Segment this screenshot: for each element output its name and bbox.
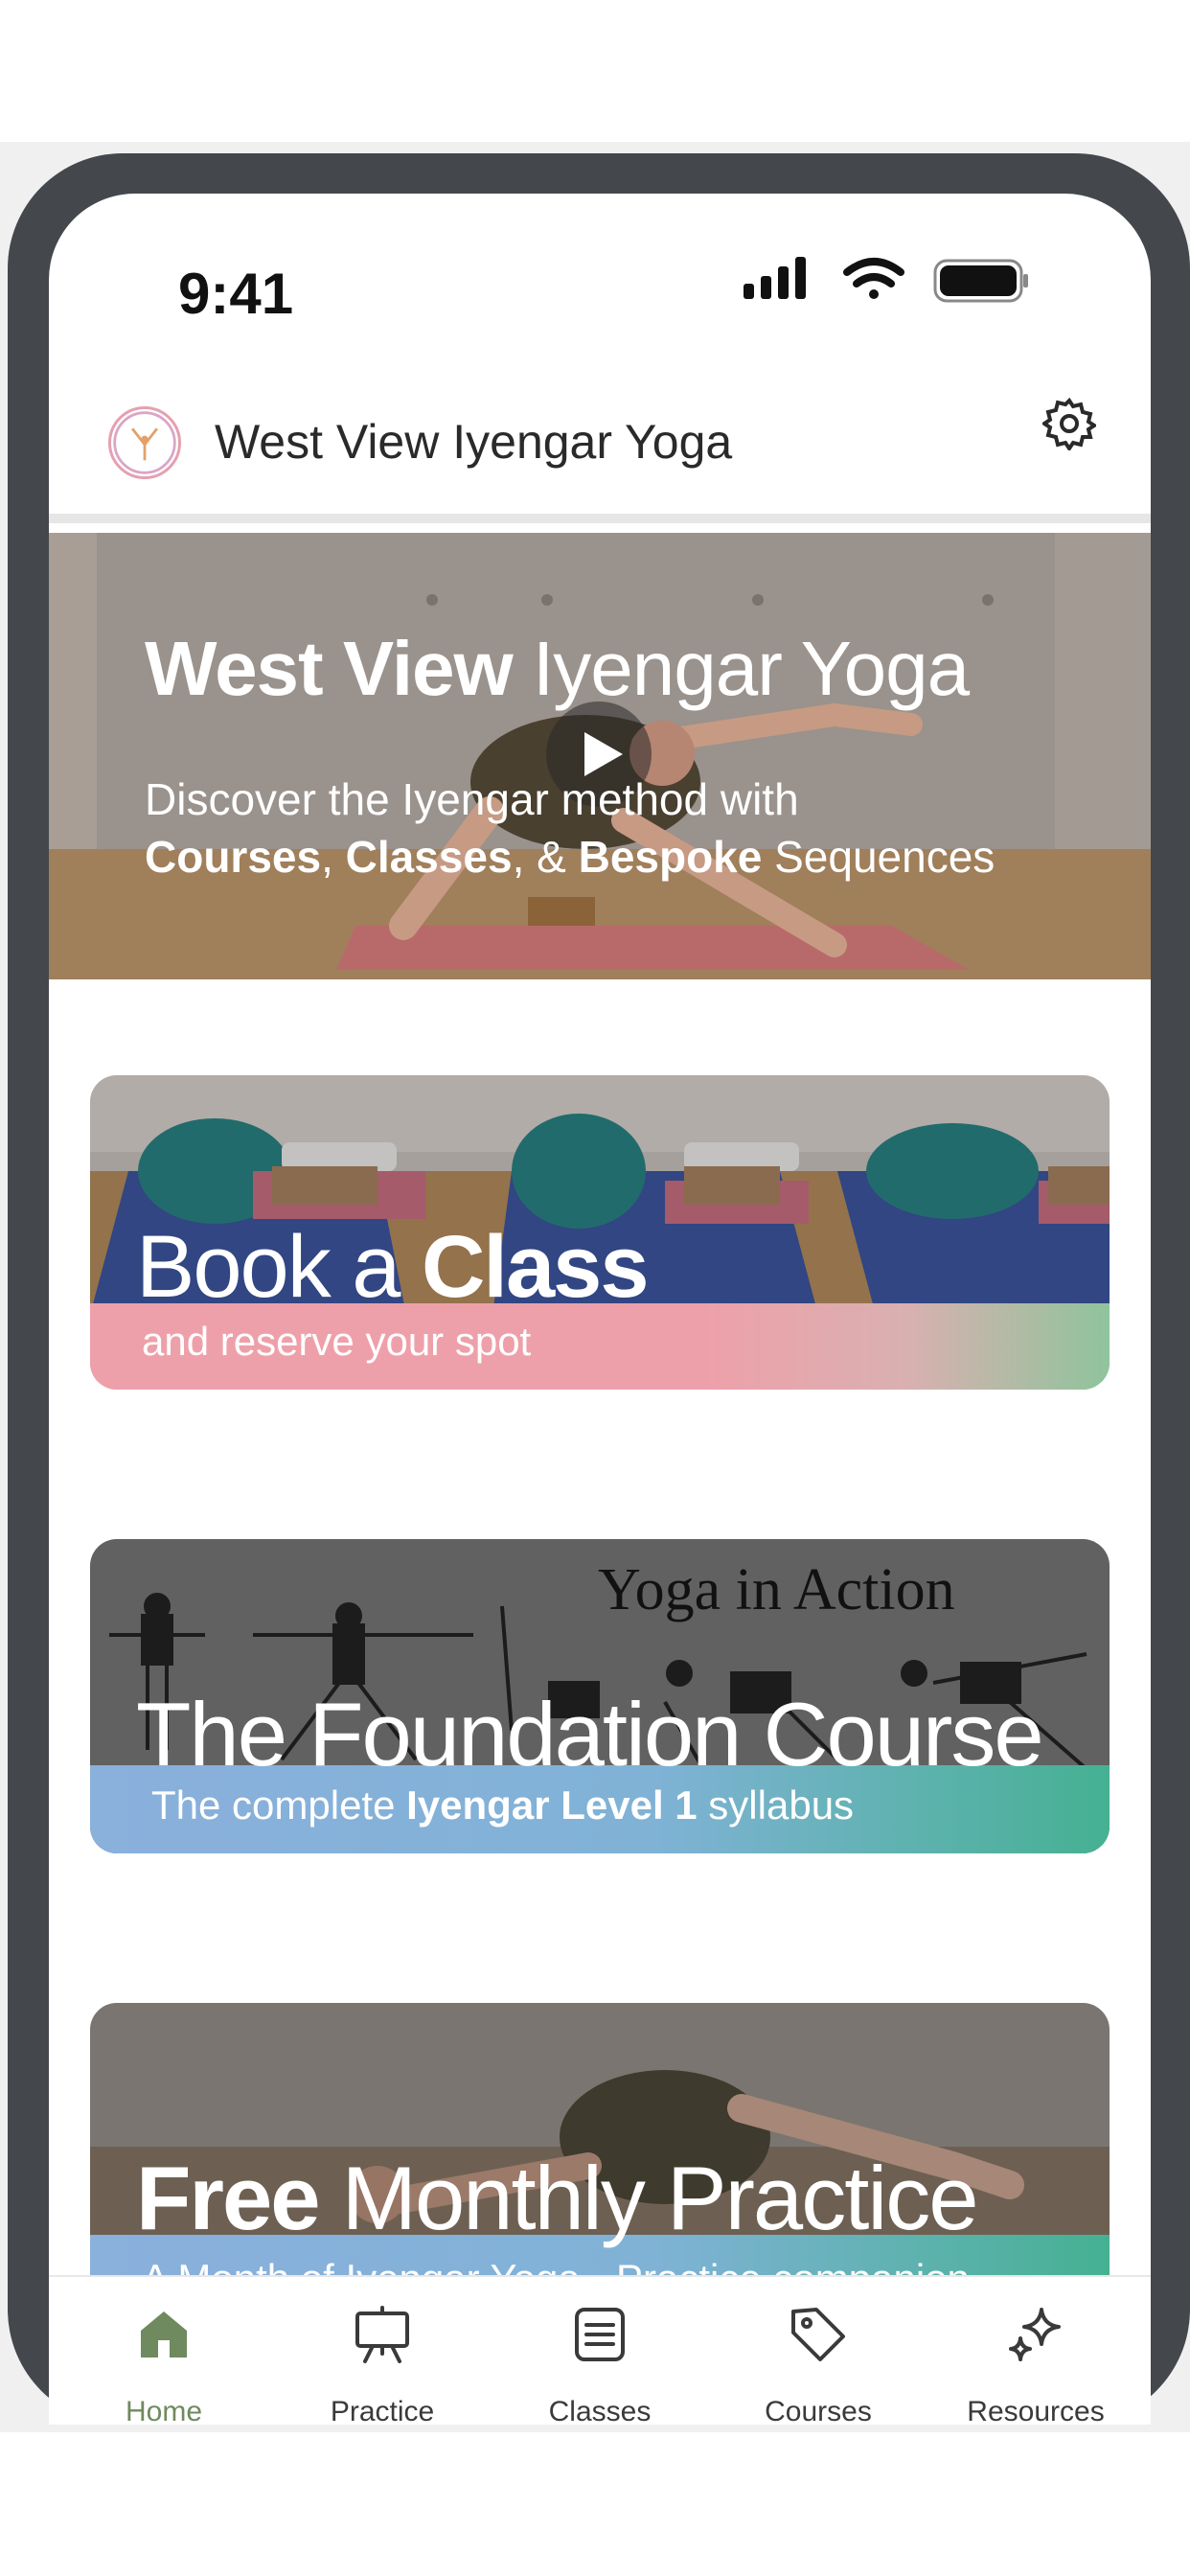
- foundation-sub-post: syllabus: [697, 1782, 855, 1828]
- tab-resources-label: Resources: [967, 2396, 1105, 2427]
- signal-icon: [744, 257, 806, 299]
- tab-classes-label: Classes: [548, 2396, 652, 2427]
- hero-banner[interactable]: West View Iyengar Yoga Discover the Iyen…: [49, 533, 1151, 979]
- tab-practice[interactable]: Practice: [286, 2277, 478, 2427]
- tab-home[interactable]: Home: [68, 2277, 260, 2427]
- hero-sub-line1: Discover the Iyengar method with: [145, 774, 799, 824]
- tab-courses[interactable]: Courses: [722, 2277, 914, 2427]
- app-title: West View Iyengar Yoga: [215, 415, 733, 469]
- hero-title-rest: Iyengar Yoga: [533, 626, 970, 711]
- foundation-sub-bold: Iyengar Level 1: [406, 1782, 698, 1828]
- hero-title-bold: West View: [145, 626, 514, 711]
- tab-courses-label: Courses: [765, 2396, 872, 2427]
- app-screenshot: 9:41 West View Iyengar Yoga West View Iy…: [0, 0, 1190, 2576]
- header-divider: [49, 514, 1151, 523]
- monthly-practice-card[interactable]: Free Monthly Practice A Month of Iyengar…: [90, 2003, 1110, 2281]
- hero-sub-sep2: , &: [512, 832, 579, 882]
- hero-sub-line2: Courses, Classes, & Bespoke Sequences: [145, 828, 995, 886]
- tab-home-label: Home: [125, 2396, 203, 2427]
- status-time: 9:41: [178, 262, 294, 326]
- hero-title: West View Iyengar Yoga: [145, 625, 970, 713]
- book-class-card[interactable]: Book a Class and reserve your spot: [90, 1075, 1110, 1390]
- tab-bar: Home Practice Classes Courses Resources: [49, 2275, 1151, 2427]
- book-class-title: Book a Class: [136, 1217, 649, 1318]
- tab-classes[interactable]: Classes: [504, 2277, 696, 2427]
- tab-resources[interactable]: Resources: [940, 2277, 1132, 2427]
- hero-sub-sep1: ,: [321, 832, 346, 882]
- book-class-subtitle: and reserve your spot: [142, 1319, 532, 1364]
- status-icons: [744, 257, 1028, 303]
- hero-sub-courses: Courses: [145, 832, 322, 882]
- tab-practice-label: Practice: [330, 2396, 435, 2427]
- hero-sub-bespoke: Bespoke: [578, 832, 763, 882]
- monthly-title-light: Monthly Practice: [318, 2148, 979, 2248]
- monthly-practice-title: Free Monthly Practice: [136, 2147, 979, 2250]
- monthly-title-bold: Free: [136, 2148, 321, 2248]
- logo-icon: [108, 406, 181, 479]
- sparkle-icon: [1009, 2308, 1061, 2361]
- list-icon: [575, 2308, 625, 2361]
- foundation-course-subtitle: The complete Iyengar Level 1 syllabus: [151, 1782, 854, 1828]
- tag-icon: [791, 2308, 845, 2361]
- hero-subtitle: Discover the Iyengar method with Courses…: [145, 770, 995, 886]
- hero-sub-classes: Classes: [345, 832, 513, 882]
- home-icon: [141, 2312, 187, 2358]
- hero-sub-rest: Sequences: [762, 832, 995, 882]
- foundation-course-title: The Foundation Course: [136, 1684, 1044, 1784]
- foundation-course-card[interactable]: Yoga in Action The Foundation Course The…: [90, 1539, 1110, 1853]
- gear-icon[interactable]: [1042, 397, 1096, 450]
- book-class-title-bold: Class: [421, 1218, 649, 1316]
- easel-icon: [355, 2306, 409, 2363]
- wifi-icon: [843, 258, 904, 299]
- battery-icon: [933, 259, 1028, 303]
- book-class-title-light: Book a: [136, 1218, 422, 1316]
- yoga-in-action-text: Yoga in Action: [598, 1557, 955, 1622]
- foundation-sub-pre: The complete: [151, 1782, 407, 1828]
